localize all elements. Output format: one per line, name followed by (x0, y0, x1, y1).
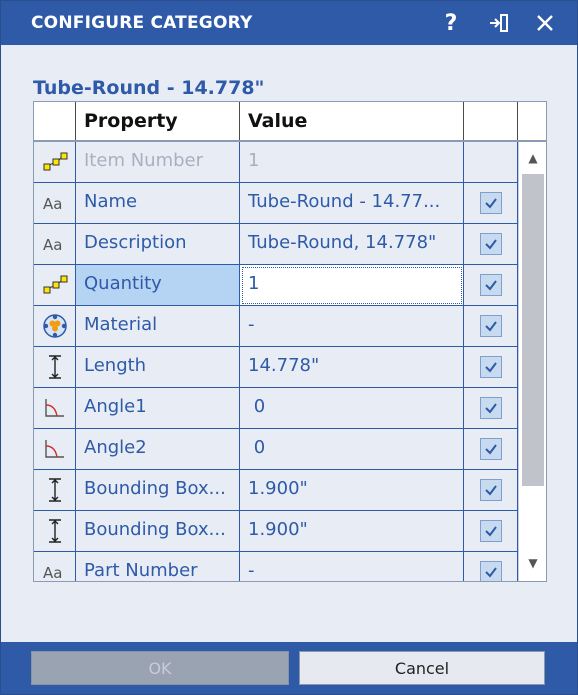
property-row[interactable]: Item Number 1 (34, 142, 518, 183)
property-value[interactable]: 1 (240, 265, 464, 306)
property-row[interactable]: Aa Name Tube-Round - 14.77... (34, 183, 518, 224)
numeric-icon (34, 142, 76, 183)
property-name[interactable]: Bounding Box... (76, 470, 240, 511)
property-value[interactable]: 1 (240, 142, 464, 183)
header-value[interactable]: Value (240, 102, 464, 140)
angle-icon (34, 429, 76, 470)
include-checkbox[interactable] (479, 561, 502, 581)
include-checkbox[interactable] (479, 315, 502, 337)
property-value[interactable]: 0 (240, 429, 464, 470)
text-icon: Aa (34, 224, 76, 265)
property-value[interactable]: - (240, 552, 464, 581)
property-name[interactable]: Length (76, 347, 240, 388)
include-checkbox-cell (464, 511, 518, 552)
scroll-thumb[interactable] (522, 174, 544, 486)
property-grid: Property Value Item Number 1 Aa Name Tube-Ro… (33, 101, 547, 582)
property-value[interactable]: 1.900" (240, 511, 464, 552)
material-icon (34, 306, 76, 347)
ok-button[interactable]: OK (31, 651, 289, 685)
include-checkbox-cell (464, 306, 518, 347)
vertical-scrollbar[interactable]: ▲ ▼ (518, 142, 546, 581)
property-row[interactable]: Quantity 1 (34, 265, 518, 306)
property-name[interactable]: Bounding Box... (76, 511, 240, 552)
scroll-down-icon[interactable]: ▼ (522, 553, 544, 573)
include-checkbox-cell (464, 470, 518, 511)
property-name[interactable]: Description (76, 224, 240, 265)
length-icon (34, 511, 76, 552)
header-icon-column (34, 102, 76, 140)
property-row[interactable]: Bounding Box... 1.900" (34, 470, 518, 511)
include-checkbox-cell (464, 224, 518, 265)
include-checkbox[interactable] (479, 520, 502, 542)
property-name[interactable]: Item Number (76, 142, 240, 183)
cancel-button[interactable]: Cancel (299, 651, 545, 685)
property-row[interactable]: Aa Description Tube-Round, 14.778" (34, 224, 518, 265)
close-icon[interactable] (529, 7, 561, 39)
angle-icon (34, 388, 76, 429)
text-icon: Aa (34, 552, 76, 582)
include-checkbox-cell (464, 265, 518, 306)
grid-rows: Item Number 1 Aa Name Tube-Round - 14.77... A… (34, 142, 518, 582)
include-checkbox[interactable] (479, 356, 502, 378)
include-checkbox-cell (464, 552, 518, 581)
text-icon: Aa (34, 183, 76, 224)
property-name[interactable]: Quantity (76, 265, 240, 306)
property-name[interactable]: Angle2 (76, 429, 240, 470)
include-checkbox[interactable] (479, 192, 502, 214)
include-checkbox[interactable] (479, 397, 502, 419)
numeric-icon (34, 265, 76, 306)
property-value[interactable]: - (240, 306, 464, 347)
dialog-footer: OK Cancel (1, 642, 577, 694)
svg-text:Aa: Aa (43, 564, 62, 582)
property-value[interactable]: 0 (240, 388, 464, 429)
property-value[interactable]: Tube-Round, 14.778" (240, 224, 464, 265)
property-name[interactable]: Part Number (76, 552, 240, 581)
include-checkbox-cell (464, 142, 518, 183)
pin-icon[interactable] (483, 7, 515, 39)
include-checkbox-cell (464, 183, 518, 224)
include-checkbox-cell (464, 347, 518, 388)
svg-text:Aa: Aa (43, 236, 62, 254)
scroll-up-icon[interactable]: ▲ (522, 148, 544, 168)
dialog-title: CONFIGURE CATEGORY (31, 13, 253, 33)
include-checkbox-cell (464, 388, 518, 429)
help-button[interactable]: ? (435, 7, 467, 39)
property-value[interactable]: 1.900" (240, 470, 464, 511)
header-check-column (464, 102, 518, 140)
include-checkbox[interactable] (479, 233, 502, 255)
configure-category-dialog: CONFIGURE CATEGORY ? Tube-Round - 14.778… (0, 0, 578, 695)
title-bar: CONFIGURE CATEGORY ? (1, 1, 577, 45)
include-checkbox[interactable] (479, 479, 502, 501)
length-icon (34, 470, 76, 511)
include-checkbox[interactable] (479, 274, 502, 296)
property-row[interactable]: Angle1 0 (34, 388, 518, 429)
item-title: Tube-Round - 14.778" (33, 77, 265, 99)
property-value[interactable]: Tube-Round - 14.77... (240, 183, 464, 224)
property-row[interactable]: Material - (34, 306, 518, 347)
property-name[interactable]: Material (76, 306, 240, 347)
property-row[interactable]: Bounding Box... 1.900" (34, 511, 518, 552)
property-row[interactable]: Aa Part Number - (34, 552, 518, 582)
property-value[interactable]: 14.778" (240, 347, 464, 388)
property-row[interactable]: Angle2 0 (34, 429, 518, 470)
length-icon (34, 347, 76, 388)
property-name[interactable]: Name (76, 183, 240, 224)
grid-header: Property Value (34, 102, 546, 142)
header-property[interactable]: Property (76, 102, 240, 140)
property-name[interactable]: Angle1 (76, 388, 240, 429)
include-checkbox[interactable] (479, 438, 502, 460)
svg-text:Aa: Aa (43, 195, 62, 213)
property-row[interactable]: Length 14.778" (34, 347, 518, 388)
include-checkbox-cell (464, 429, 518, 470)
